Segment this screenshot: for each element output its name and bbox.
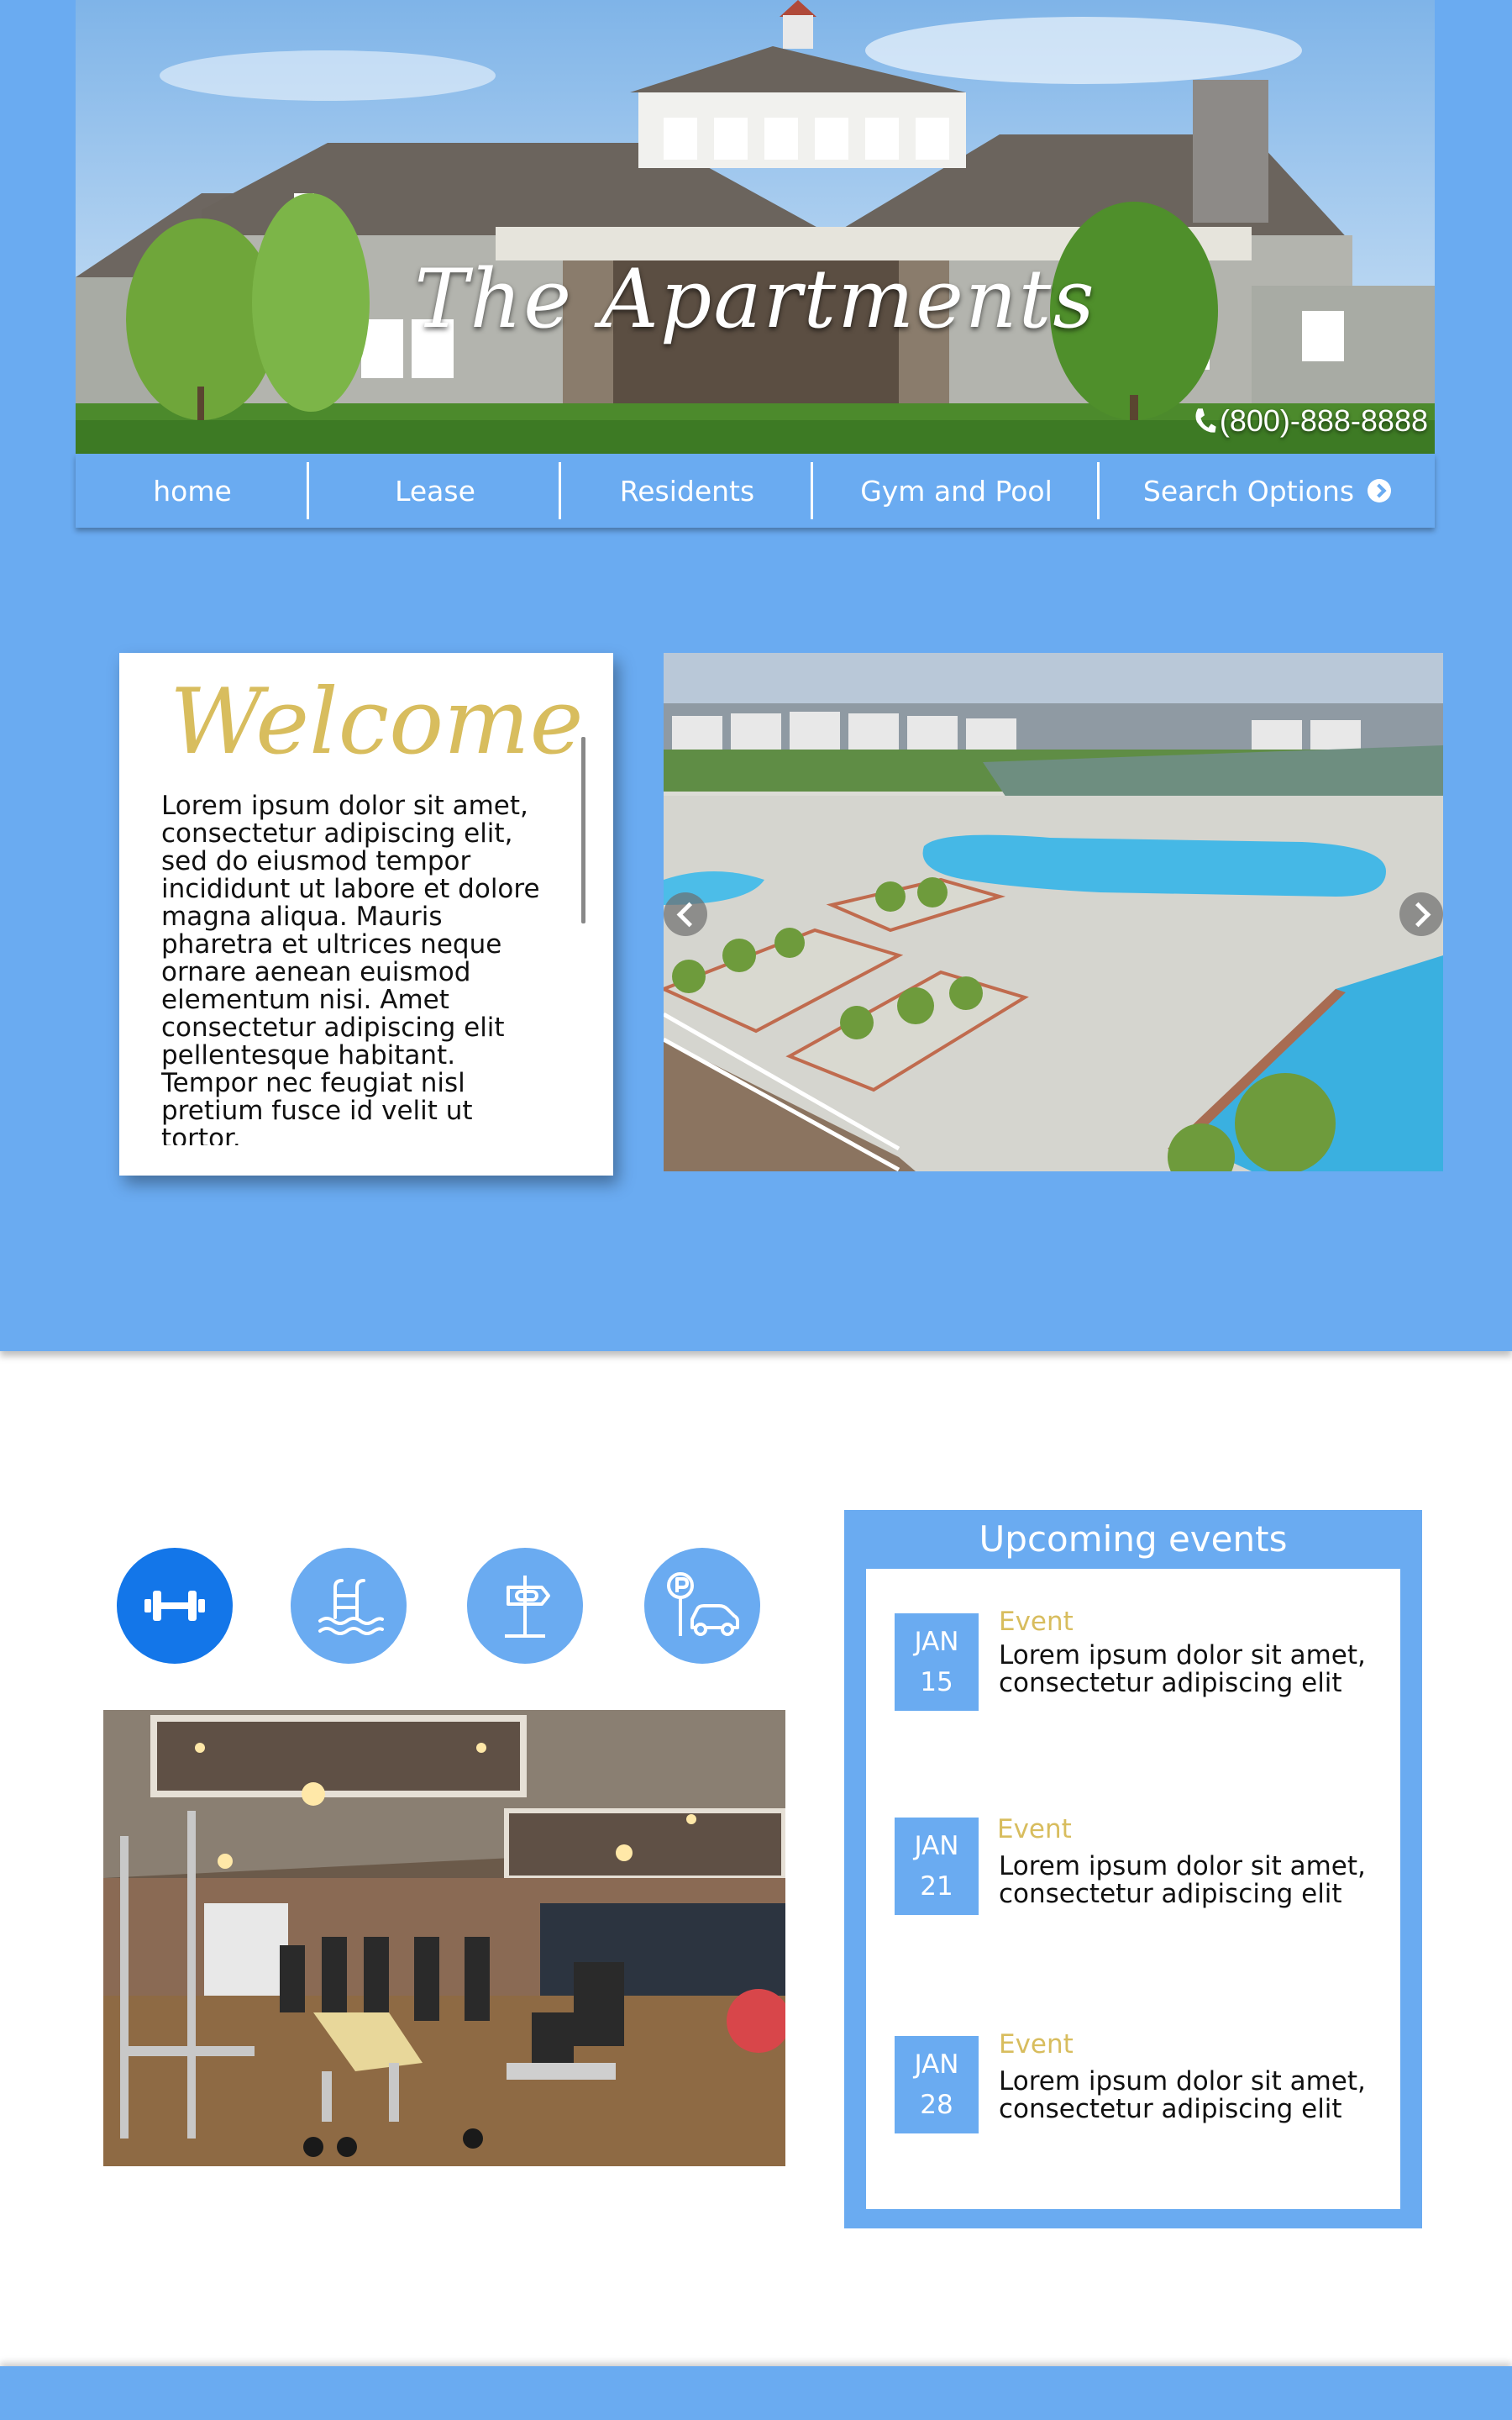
hero-banner: The Apartments (800)-888-8888 <box>76 0 1435 454</box>
welcome-body-text: Lorem ipsum dolor sit amet, consectetur … <box>161 792 540 1145</box>
amenity-pool-button[interactable] <box>291 1548 407 1664</box>
nav-gym-and-pool-label: Gym and Pool <box>860 474 1053 508</box>
nav-residents[interactable]: Residents <box>561 454 813 528</box>
pool-carousel <box>664 653 1443 1171</box>
event-description: Lorem ipsum dolor sit amet, consectetur … <box>999 1640 1366 1698</box>
phone-number[interactable]: (800)-888-8888 <box>1193 403 1428 439</box>
event-day: 21 <box>920 1871 953 1902</box>
dog-park-sign-icon <box>505 1576 550 1638</box>
welcome-text-scroll-area[interactable]: Lorem ipsum dolor sit amet, consectetur … <box>161 792 556 1145</box>
welcome-scrollbar[interactable] <box>581 737 585 923</box>
footer-bar <box>0 2366 1512 2420</box>
carousel-next-button[interactable] <box>1399 892 1443 936</box>
events-title: Upcoming events <box>979 1518 1288 1560</box>
nav-home-label: home <box>153 474 232 508</box>
dumbbell-icon <box>144 1591 205 1621</box>
event-name: Event <box>997 1814 1072 1844</box>
event-day: 15 <box>920 1667 953 1697</box>
events-list: JAN 15 Event Lorem ipsum dolor sit amet,… <box>866 1569 1400 2209</box>
arrow-right-circle-icon <box>1368 479 1392 502</box>
nav-lease[interactable]: Lease <box>309 454 561 528</box>
event-item[interactable]: JAN 21 Event Lorem ipsum dolor sit amet,… <box>895 1814 1399 1918</box>
clubhouse-photo <box>76 0 1435 454</box>
event-date-badge: JAN 15 <box>895 1613 979 1711</box>
amenity-dog-park-button[interactable] <box>467 1548 583 1664</box>
upcoming-events-panel: Upcoming events JAN 15 Event Lorem ipsum… <box>844 1510 1422 2228</box>
welcome-card: Welcome Lorem ipsum dolor sit amet, cons… <box>119 653 613 1176</box>
event-description: Lorem ipsum dolor sit amet, consectetur … <box>999 1851 1366 1909</box>
pool-icon <box>318 1579 384 1635</box>
phone-number-text: (800)-888-8888 <box>1219 403 1428 438</box>
nav-search-options-label: Search Options <box>1142 474 1355 508</box>
event-name: Event <box>999 2029 1074 2060</box>
event-month: JAN <box>914 1627 959 1657</box>
amenity-parking-button[interactable] <box>644 1548 760 1664</box>
carousel-prev-button[interactable] <box>664 892 707 936</box>
amenity-gym-button[interactable] <box>117 1548 233 1664</box>
event-description: Lorem ipsum dolor sit amet, consectetur … <box>999 2066 1366 2124</box>
site-title: The Apartments <box>414 252 1096 346</box>
nav-home[interactable]: home <box>76 454 309 528</box>
event-item[interactable]: JAN 28 Event Lorem ipsum dolor sit amet,… <box>895 2029 1399 2137</box>
main-nav: home Lease Residents Gym and Pool Search… <box>76 454 1435 528</box>
event-month: JAN <box>914 1831 959 1861</box>
event-date-badge: JAN 28 <box>895 2036 979 2133</box>
pool-photo <box>664 653 1443 1171</box>
event-month: JAN <box>914 2049 959 2080</box>
event-date-badge: JAN 21 <box>895 1818 979 1915</box>
welcome-heading: Welcome <box>170 670 584 775</box>
event-day: 28 <box>920 2090 953 2120</box>
event-item[interactable]: JAN 15 Event Lorem ipsum dolor sit amet,… <box>895 1607 1399 1714</box>
event-name: Event <box>999 1607 1074 1637</box>
nav-search-options[interactable]: Search Options <box>1100 454 1435 528</box>
nav-gym-and-pool[interactable]: Gym and Pool <box>813 454 1100 528</box>
gym-photo <box>103 1710 785 2166</box>
nav-residents-label: Residents <box>619 474 755 508</box>
parking-icon <box>667 1572 739 1636</box>
nav-lease-label: Lease <box>395 474 475 508</box>
phone-icon <box>1195 408 1216 433</box>
